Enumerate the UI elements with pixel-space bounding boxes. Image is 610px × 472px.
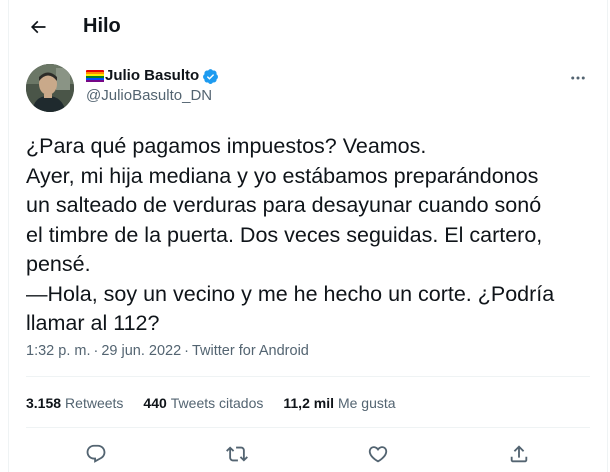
likes-label: Me gusta [337, 395, 396, 411]
retweet-button[interactable] [223, 440, 251, 468]
author-display-name[interactable]: Julio Basulto [105, 66, 199, 86]
share-button[interactable] [505, 440, 533, 468]
tweet-date[interactable]: 29 jun. 2022 [101, 343, 181, 359]
tweet-line: —Hola, soy un vecino y me he hecho un co… [26, 281, 555, 306]
tweet-actions [26, 440, 590, 468]
quotes-stat[interactable]: 440 Tweets citados [143, 393, 263, 413]
tweet-meta: 1:32 p. m. · 29 jun. 2022 · Twitter for Andr… [26, 341, 309, 361]
reply-icon [86, 444, 106, 463]
meta-separator: · [184, 343, 189, 359]
tweet-stats: 3.158 Retweets 440 Tweets citados 11,2 mil… [26, 393, 416, 413]
page-title: Hilo [83, 15, 121, 37]
tweet-text: ¿Para qué pagamos impuestos? Veamos. Aye… [26, 132, 596, 339]
retweets-label: Retweets [65, 395, 124, 411]
retweet-icon [226, 446, 248, 462]
back-button[interactable] [21, 10, 55, 44]
author-handle[interactable]: @JulioBasulto_DN [86, 86, 219, 106]
share-icon [510, 445, 528, 463]
reply-button[interactable] [82, 440, 110, 468]
retweets-count: 3.158 [26, 395, 62, 411]
avatar-image [26, 64, 74, 112]
divider [26, 427, 590, 428]
likes-stat[interactable]: 11,2 mil Me gusta [283, 393, 395, 413]
tweet-time[interactable]: 1:32 p. m. [26, 343, 90, 359]
verified-badge-icon [203, 68, 219, 84]
heart-icon [368, 446, 388, 463]
tweet-source[interactable]: Twitter for Android [192, 343, 309, 359]
more-options-button[interactable] [561, 64, 595, 92]
quotes-count: 440 [143, 395, 167, 411]
likes-count: 11,2 mil [283, 395, 334, 411]
arrow-left-icon [30, 20, 46, 34]
avatar[interactable] [26, 64, 74, 112]
author-info: Julio Basulto @JulioBasulto_DN [86, 66, 219, 106]
tweet-line: pensé. [26, 252, 91, 276]
more-dots-icon [571, 76, 585, 80]
like-button[interactable] [364, 440, 392, 468]
thread-header: Hilo [9, 0, 607, 53]
tweet-line: un salteado de verduras para desayunar c… [26, 193, 542, 217]
tweet-line: Ayer, mi hija mediana y yo estábamos pre… [26, 163, 539, 188]
tweet-line: el timbre de la puerta. Dos veces seguid… [26, 222, 543, 247]
quotes-label: Tweets citados [170, 395, 264, 411]
rainbow-flag-icon [86, 69, 104, 83]
tweet-line: llamar al 112? [26, 311, 160, 335]
retweets-stat[interactable]: 3.158 Retweets [26, 393, 123, 413]
tweet-line: ¿Para qué pagamos impuestos? Veamos. [26, 134, 427, 158]
meta-separator: · [93, 343, 99, 359]
divider [26, 376, 590, 377]
flag-stripe [86, 80, 104, 83]
thread-panel: Hilo Julio Basulto @JulioBasulto_DN ¿Par… [8, 0, 608, 472]
